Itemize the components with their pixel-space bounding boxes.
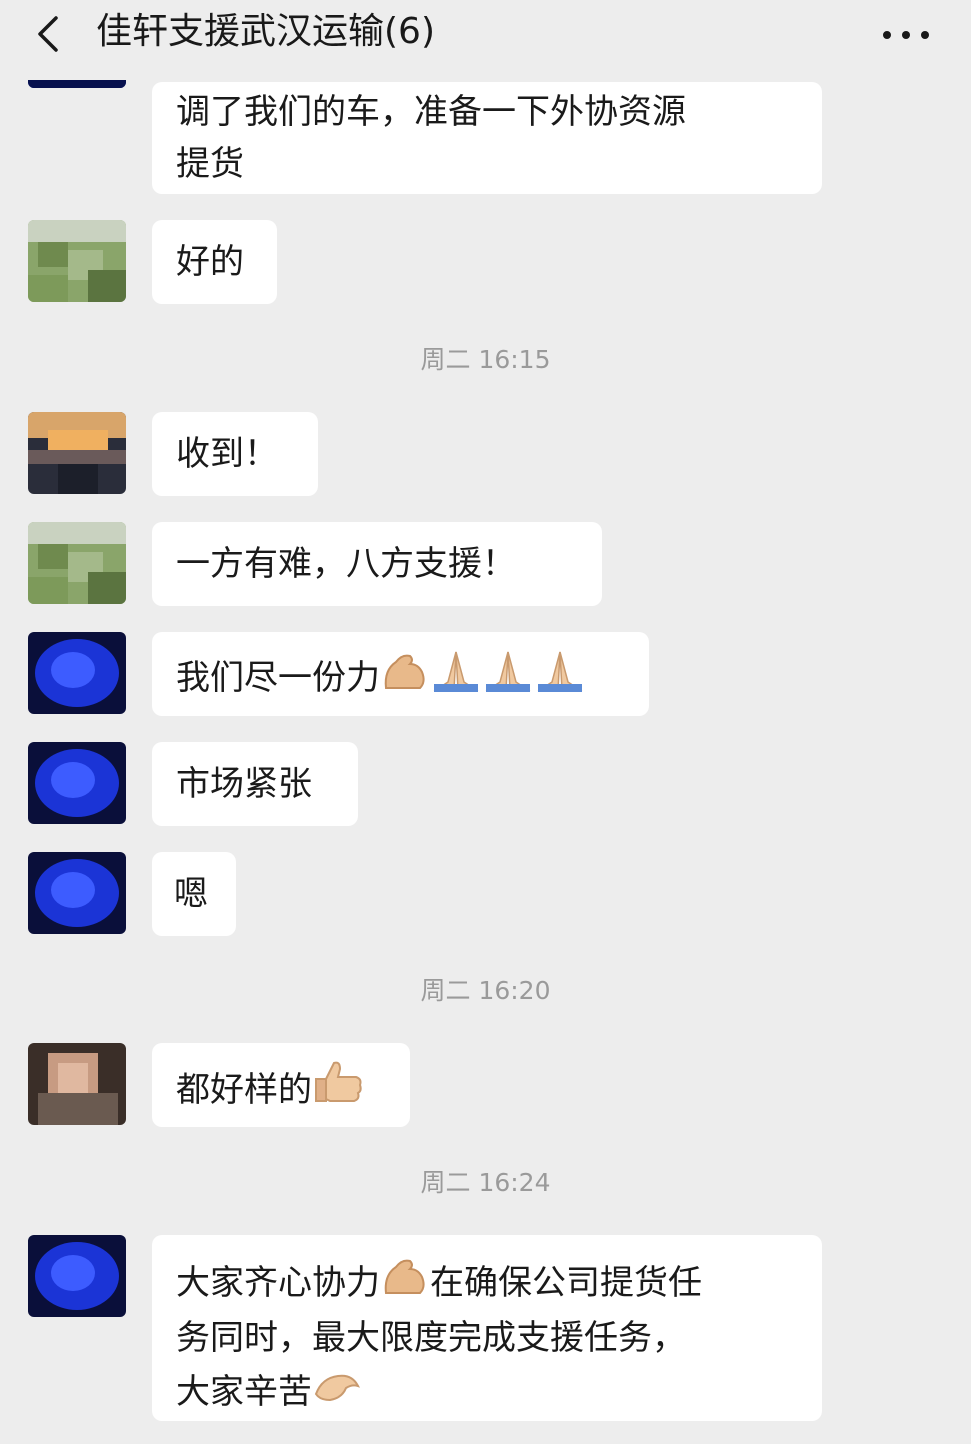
chat-header: 佳轩支援武汉运输(6): [0, 0, 971, 80]
timestamp: 周二 16:20: [420, 976, 551, 1005]
flexed-biceps-icon: [380, 1253, 430, 1312]
message-bubble[interactable]: 都好样的: [152, 1043, 410, 1127]
message-bubble[interactable]: 调了我们的车，准备一下外协资源 提货: [152, 82, 822, 194]
message-text: 都好样的: [176, 1069, 312, 1110]
message-bubble[interactable]: 我们尽一份力: [152, 632, 649, 716]
message-text: 务同时，最大限度完成支援任务，: [176, 1318, 686, 1358]
chat-title: 佳轩支援武汉运输(6): [96, 11, 435, 52]
message-text: 市场紧张: [176, 764, 312, 804]
avatar[interactable]: [28, 1235, 126, 1317]
message-text: 大家辛苦: [176, 1371, 312, 1412]
message-text: 好的: [176, 242, 244, 282]
back-button[interactable]: [30, 14, 70, 54]
avatar[interactable]: [28, 632, 126, 714]
avatar[interactable]: [28, 522, 126, 604]
message-bubble[interactable]: 嗯: [152, 852, 236, 936]
chat-area: 调了我们的车，准备一下外协资源 提货 好的 周二 16:15 收到！ 一方有难，…: [0, 0, 971, 1444]
thumbs-up-icon: [312, 1059, 364, 1120]
timestamp: 周二 16:15: [420, 345, 551, 374]
message-bubble[interactable]: 好的: [152, 220, 277, 304]
avatar[interactable]: [28, 742, 126, 824]
message-bubble[interactable]: 市场紧张: [152, 742, 358, 826]
more-button[interactable]: [881, 22, 931, 48]
message-text: 一方有难，八方支援！: [176, 544, 516, 584]
message-text: 调了我们的车，准备一下外协资源: [176, 92, 686, 132]
folded-hands-icon: [534, 648, 586, 707]
avatar[interactable]: [28, 412, 126, 494]
message-text: 在确保公司提货任: [430, 1262, 702, 1303]
avatar[interactable]: [28, 852, 126, 934]
message-text: 收到！: [176, 434, 278, 474]
flexed-biceps-icon: [380, 648, 430, 707]
message-text: 嗯: [174, 874, 208, 914]
pinched-hand-icon: [312, 1364, 362, 1419]
more-dots-icon: [883, 31, 929, 39]
message-bubble[interactable]: 收到！: [152, 412, 318, 496]
folded-hands-icon: [430, 648, 482, 707]
message-text: 提货: [176, 144, 244, 184]
message-bubble[interactable]: 大家齐心协力 在确保公司提货任 务同时，最大限度完成支援任务， 大家辛苦: [152, 1235, 822, 1421]
avatar[interactable]: [28, 220, 126, 302]
avatar[interactable]: [28, 1043, 126, 1125]
message-text: 大家齐心协力: [176, 1262, 380, 1303]
message-text: 我们尽一份力: [176, 657, 380, 698]
message-bubble[interactable]: 一方有难，八方支援！: [152, 522, 602, 606]
folded-hands-icon: [482, 648, 534, 707]
chevron-left-icon: [38, 16, 58, 52]
timestamp: 周二 16:24: [420, 1168, 551, 1197]
